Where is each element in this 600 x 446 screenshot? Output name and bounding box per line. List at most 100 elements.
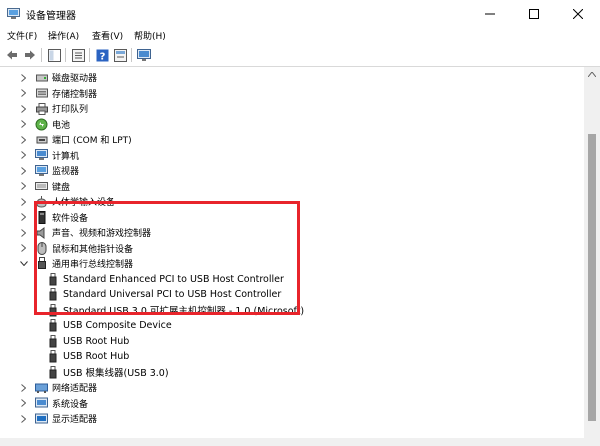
tree-category-row[interactable]: 软件设备 bbox=[19, 210, 88, 225]
action-view-button[interactable] bbox=[112, 47, 128, 63]
tree-category-row[interactable]: 打印队列 bbox=[19, 101, 88, 116]
computer-icon bbox=[35, 149, 48, 162]
maximize-button[interactable] bbox=[512, 0, 556, 28]
chevron-right-icon[interactable] bbox=[19, 241, 28, 256]
forward-button[interactable] bbox=[22, 47, 38, 63]
chevron-right-icon[interactable] bbox=[19, 70, 28, 85]
tree-category-label[interactable]: 系统设备 bbox=[52, 397, 88, 410]
usb-plug-icon bbox=[46, 303, 59, 317]
tree-device-row[interactable]: USB Root Hub bbox=[46, 349, 129, 364]
tree-category-label[interactable]: 电池 bbox=[52, 118, 70, 131]
show-hide-console-tree-button[interactable] bbox=[46, 47, 62, 63]
tree-category-row[interactable]: 系统设备 bbox=[19, 396, 88, 411]
tree-device-label[interactable]: Standard Enhanced PCI to USB Host Contro… bbox=[63, 274, 284, 285]
chevron-right-icon[interactable] bbox=[19, 101, 28, 116]
tree-category-row[interactable]: 人体学输入设备 bbox=[19, 194, 115, 209]
chevron-right-icon[interactable] bbox=[19, 117, 28, 132]
tree-device-row[interactable]: USB 根集线器(USB 3.0) bbox=[46, 365, 169, 380]
tree-category-label[interactable]: 通用串行总线控制器 bbox=[52, 257, 133, 270]
help-icon: ? bbox=[96, 49, 108, 62]
device-tree[interactable]: 磁盘驱动器存储控制器打印队列电池端口 (COM 和 LPT) 计算机监视器键盘人体… bbox=[0, 66, 600, 446]
tree-category-label[interactable]: 键盘 bbox=[52, 180, 70, 193]
status-bar bbox=[0, 438, 600, 446]
tree-category-label[interactable]: 端口 (COM 和 LPT) bbox=[52, 133, 132, 146]
chevron-right-icon[interactable] bbox=[19, 179, 28, 194]
console-tree-icon bbox=[47, 48, 61, 62]
tree-device-row[interactable]: USB Root Hub bbox=[46, 334, 129, 349]
tree-category-label[interactable]: 磁盘驱动器 bbox=[52, 71, 97, 84]
scrollbar-thumb[interactable] bbox=[588, 134, 596, 421]
chevron-right-icon[interactable] bbox=[19, 132, 28, 147]
back-arrow-icon bbox=[7, 50, 17, 60]
menu-file[interactable]: 文件(F) bbox=[7, 29, 37, 42]
vertical-scrollbar[interactable] bbox=[584, 67, 600, 446]
chevron-right-icon[interactable] bbox=[19, 86, 28, 101]
chevron-right-icon[interactable] bbox=[19, 194, 28, 209]
tree-device-row[interactable]: Standard Universal PCI to USB Host Contr… bbox=[46, 287, 281, 302]
tree-category-row[interactable]: 端口 (COM 和 LPT) bbox=[19, 132, 132, 147]
chevron-right-icon[interactable] bbox=[19, 225, 28, 240]
tree-category-row[interactable]: 通用串行总线控制器 bbox=[19, 256, 133, 271]
tree-device-label[interactable]: Standard Universal PCI to USB Host Contr… bbox=[63, 289, 281, 300]
tree-device-row[interactable]: Standard Enhanced PCI to USB Host Contro… bbox=[46, 272, 284, 287]
chevron-right-icon[interactable] bbox=[19, 380, 28, 395]
tree-category-row[interactable]: 鼠标和其他指针设备 bbox=[19, 241, 133, 256]
chevron-right-icon[interactable] bbox=[19, 148, 28, 163]
tree-category-label[interactable]: 打印队列 bbox=[52, 102, 88, 115]
tree-category-label[interactable]: 显示适配器 bbox=[52, 412, 97, 425]
keyboard-icon bbox=[35, 180, 48, 193]
tree-category-label[interactable]: 计算机 bbox=[52, 149, 79, 162]
action-view-icon bbox=[113, 48, 127, 62]
tree-device-label[interactable]: USB Root Hub bbox=[63, 351, 129, 362]
tree-category-row[interactable]: 键盘 bbox=[19, 179, 70, 194]
minimize-icon bbox=[485, 13, 495, 15]
menu-action[interactable]: 操作(A) bbox=[48, 29, 79, 42]
tree-device-label[interactable]: USB Composite Device bbox=[63, 320, 172, 331]
tree-category-row[interactable]: 监视器 bbox=[19, 163, 79, 178]
tree-category-row[interactable]: 显示适配器 bbox=[19, 411, 97, 426]
tree-device-label[interactable]: USB Root Hub bbox=[63, 336, 129, 347]
disk-drive-icon bbox=[35, 71, 48, 84]
tree-category-row[interactable]: 计算机 bbox=[19, 148, 79, 163]
tree-category-label[interactable]: 人体学输入设备 bbox=[52, 195, 115, 208]
chevron-right-icon[interactable] bbox=[19, 210, 28, 225]
chevron-right-icon[interactable] bbox=[19, 163, 28, 178]
minimize-button[interactable] bbox=[468, 0, 512, 28]
chevron-down-icon[interactable] bbox=[19, 256, 28, 271]
tree-category-row[interactable]: 磁盘驱动器 bbox=[19, 70, 97, 85]
tree-category-row[interactable]: 电池 bbox=[19, 117, 70, 132]
tree-device-row[interactable]: USB Composite Device bbox=[46, 318, 172, 333]
menu-bar: 文件(F) 操作(A) 查看(V) 帮助(H) bbox=[0, 28, 600, 44]
title-bar[interactable]: 设备管理器 bbox=[0, 0, 600, 28]
back-button[interactable] bbox=[4, 47, 20, 63]
tree-category-row[interactable]: 存储控制器 bbox=[19, 86, 97, 101]
properties-button[interactable] bbox=[70, 47, 86, 63]
chevron-right-icon[interactable] bbox=[19, 411, 28, 426]
tree-device-row[interactable]: Standard USB 3.0 可扩展主机控制器 - 1.0 (Microso… bbox=[46, 303, 304, 318]
toolbar-separator bbox=[131, 48, 132, 62]
device-manager-window: 设备管理器 文件(F) 操作(A) 查看(V) 帮助(H) ? 磁盘驱动器 存储… bbox=[0, 0, 600, 446]
tree-category-label[interactable]: 监视器 bbox=[52, 164, 79, 177]
port-icon bbox=[35, 133, 48, 146]
help-button[interactable]: ? bbox=[94, 47, 110, 63]
tree-device-label[interactable]: USB 根集线器(USB 3.0) bbox=[63, 365, 169, 379]
tree-category-label[interactable]: 鼠标和其他指针设备 bbox=[52, 242, 133, 255]
scroll-up-button[interactable] bbox=[584, 67, 600, 81]
chevron-right-icon[interactable] bbox=[19, 396, 28, 411]
close-button[interactable] bbox=[556, 0, 600, 28]
scan-hardware-button[interactable] bbox=[136, 47, 152, 63]
tree-category-label[interactable]: 网络适配器 bbox=[52, 381, 97, 394]
tree-category-row[interactable]: 网络适配器 bbox=[19, 380, 97, 395]
monitor-icon bbox=[35, 164, 48, 177]
tree-category-label[interactable]: 存储控制器 bbox=[52, 87, 97, 100]
svg-text:?: ? bbox=[99, 51, 105, 62]
properties-icon bbox=[71, 48, 85, 62]
menu-help[interactable]: 帮助(H) bbox=[134, 29, 166, 42]
tree-category-label[interactable]: 声音、视频和游戏控制器 bbox=[52, 226, 151, 239]
device-manager-app-icon bbox=[7, 8, 20, 19]
menu-view[interactable]: 查看(V) bbox=[92, 29, 123, 42]
tree-category-label[interactable]: 软件设备 bbox=[52, 211, 88, 224]
tree-device-label[interactable]: Standard USB 3.0 可扩展主机控制器 - 1.0 (Microso… bbox=[63, 303, 304, 317]
toolbar-separator bbox=[65, 48, 66, 62]
tree-category-row[interactable]: 声音、视频和游戏控制器 bbox=[19, 225, 151, 240]
